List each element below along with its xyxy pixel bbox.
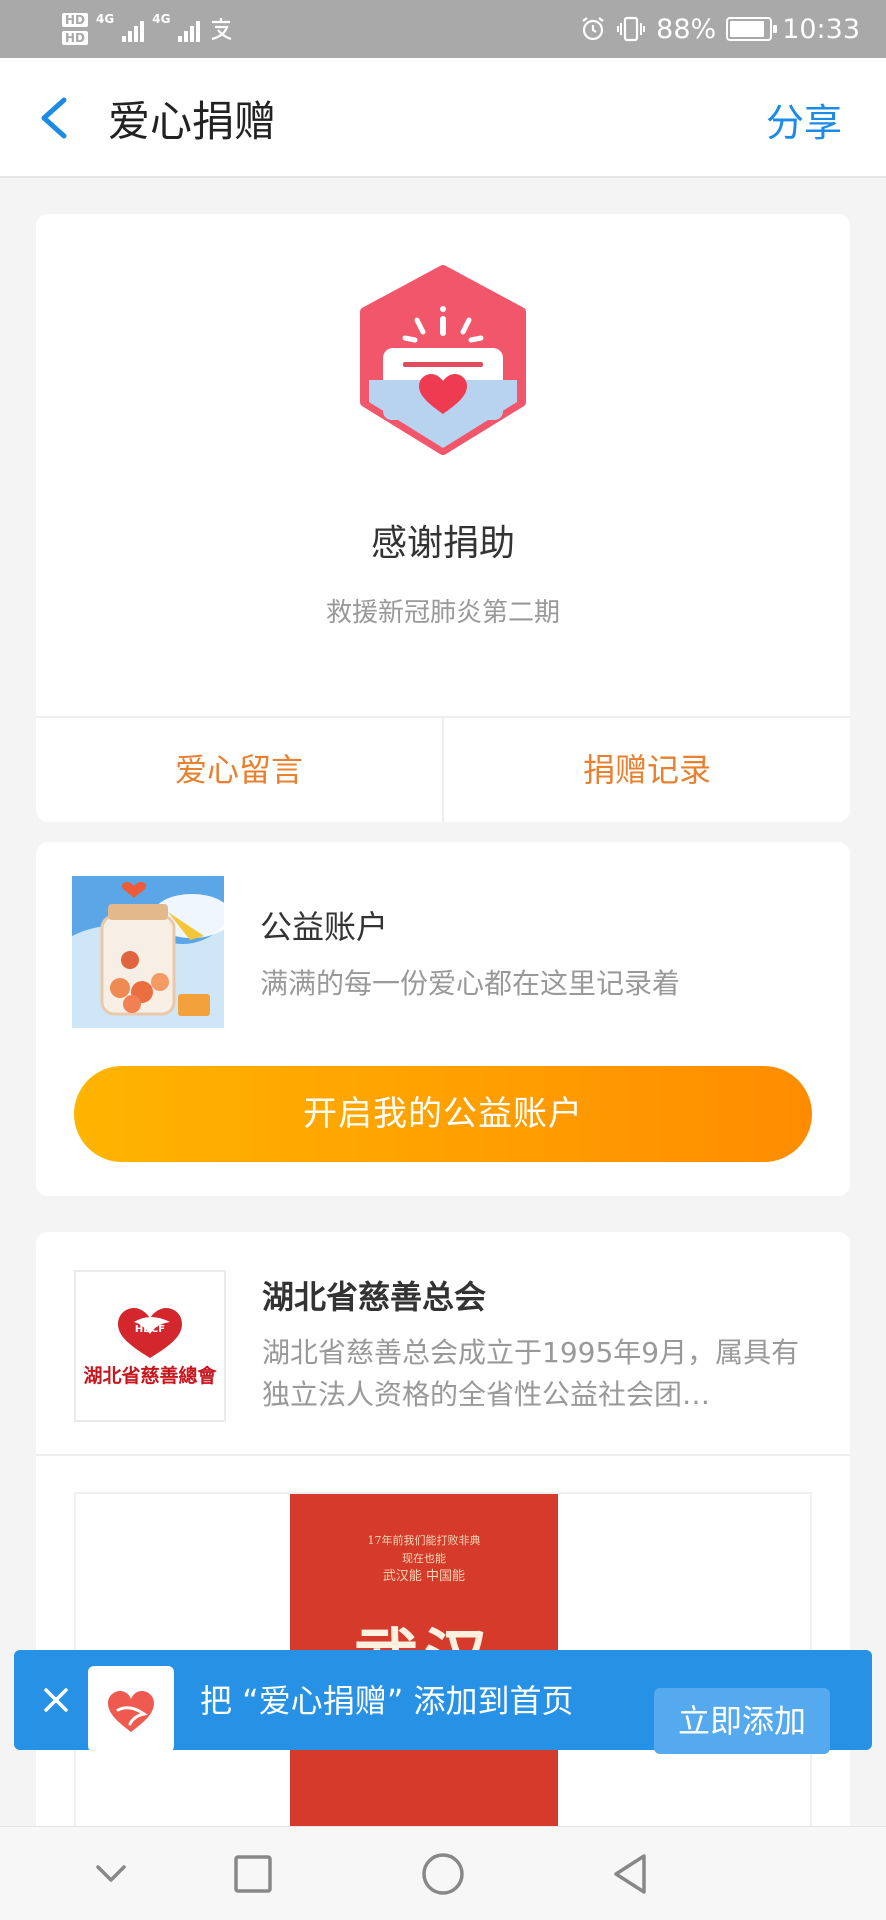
account-description: 满满的每一份爱心都在这里记录着 (260, 967, 681, 1000)
donation-record-button[interactable]: 捐赠记录 (442, 718, 850, 822)
poster-caption: 17年前我们能打败非典 现在也能 武汉能 中国能 (290, 1532, 558, 1586)
status-bar: HD HD 4G 4G 88% 10:33 (0, 0, 886, 58)
back-arrow-icon[interactable] (34, 92, 78, 144)
heart-hand-icon (108, 1691, 154, 1732)
chevron-down-icon[interactable] (84, 1847, 138, 1901)
org-name[interactable]: 湖北省慈善总会 (262, 1272, 486, 1318)
add-to-home-banner: 把 “爱心捐赠” 添加到首页 立即添加 (14, 1650, 872, 1754)
close-icon[interactable] (34, 1678, 78, 1722)
svg-text:HBCF: HBCF (135, 1324, 165, 1335)
donation-actions: 爱心留言 捐赠记录 (36, 716, 850, 822)
svg-text:湖北省慈善總會: 湖北省慈善總會 (83, 1364, 217, 1387)
home-icon[interactable] (416, 1847, 470, 1901)
app-header: 爱心捐赠 分享 (0, 58, 886, 178)
project-name: 救援新冠肺炎第二期 (325, 598, 560, 628)
hd-indicator: HD HD (62, 13, 89, 45)
thanks-text: 感谢捐助 (370, 523, 515, 564)
alipay-status-icon (212, 18, 232, 41)
banner-text: 把 “爱心捐赠” 添加到首页 (200, 1682, 574, 1720)
share-button[interactable]: 分享 (766, 92, 842, 147)
clock: 10:33 (782, 13, 860, 45)
net1-label: 4G (96, 12, 115, 26)
net2-label: 4G (152, 12, 171, 26)
system-nav-bar (0, 1826, 886, 1920)
love-message-button[interactable]: 爱心留言 (36, 718, 442, 822)
poster-line-3: 武汉能 中国能 (382, 1569, 466, 1584)
alarm-icon (582, 17, 604, 41)
status-right: 88% 10:33 (580, 0, 860, 58)
recent-apps-icon[interactable] (226, 1847, 280, 1901)
divider (36, 1454, 850, 1456)
donation-thanks-card: 感谢捐助 救援新冠肺炎第二期 爱心留言 捐赠记录 (36, 214, 850, 822)
donation-box-icon (360, 265, 526, 455)
org-logo: HBCF 湖北省慈善總會 (74, 1270, 226, 1422)
status-left: HD HD 4G 4G (62, 6, 234, 52)
battery-percent: 88% (656, 13, 717, 45)
poster-line-2: 现在也能 (402, 1552, 446, 1565)
open-charity-account-button[interactable]: 开启我的公益账户 (74, 1066, 812, 1162)
account-title: 公益账户 (260, 908, 389, 946)
add-now-button[interactable]: 立即添加 (654, 1688, 830, 1754)
vibrate-icon (617, 16, 646, 42)
page-title: 爱心捐赠 (108, 97, 277, 146)
hbcf-logo-icon: HBCF 湖北省慈善總會 (83, 1308, 217, 1387)
poster-line-1: 17年前我们能打败非典 (367, 1534, 481, 1547)
app-shortcut-icon (88, 1666, 174, 1752)
org-description: 湖北省慈善总会成立于1995年9月，属具有独立法人资格的全省性公益社会团… (262, 1336, 800, 1411)
hd1-label: HD (62, 13, 89, 27)
charity-account-card: 公益账户 满满的每一份爱心都在这里记录着 开启我的公益账户 (36, 842, 850, 1196)
signal-icon (122, 16, 145, 42)
back-triangle-icon[interactable] (604, 1847, 658, 1901)
battery-icon (726, 17, 778, 41)
love-jar-image (72, 876, 224, 1028)
signal-icon-2 (178, 16, 201, 42)
hd2-label: HD (62, 31, 89, 45)
